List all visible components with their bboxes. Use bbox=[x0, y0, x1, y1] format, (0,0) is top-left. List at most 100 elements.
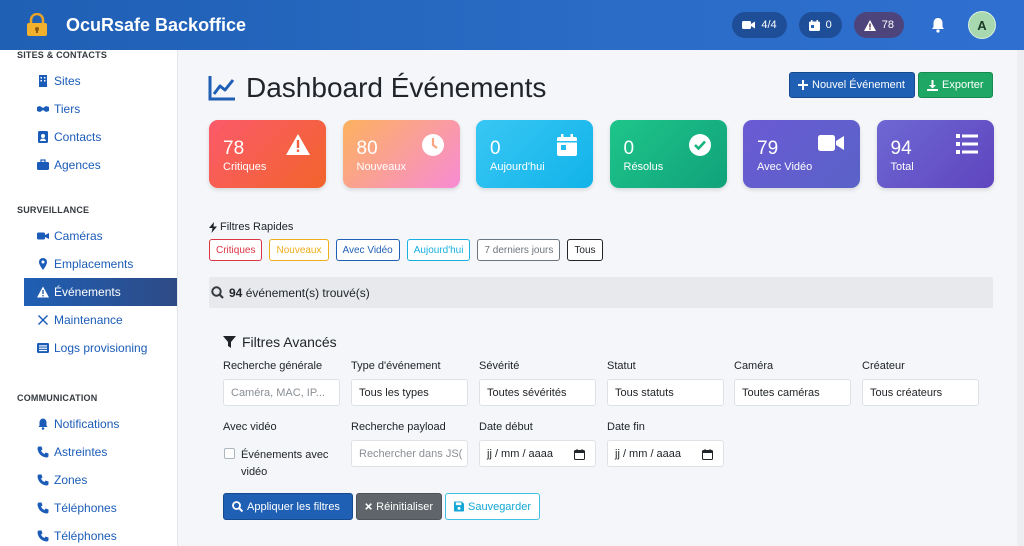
sidebar-item-telephones[interactable]: Téléphones bbox=[0, 494, 177, 522]
chip-critiques[interactable]: Critiques bbox=[209, 239, 263, 261]
payload-label: Recherche payload bbox=[351, 421, 446, 433]
chip-tous[interactable]: Tous bbox=[567, 239, 603, 261]
user-avatar[interactable]: A bbox=[968, 11, 996, 39]
new-event-button[interactable]: Nouvel Événement bbox=[789, 72, 915, 98]
briefcase-icon bbox=[37, 159, 49, 170]
stat-card-aujourdhui[interactable]: 0 Aujourd'hui bbox=[476, 120, 593, 188]
chip-avec-video[interactable]: Avec Vidéo bbox=[335, 239, 400, 261]
bell-icon[interactable] bbox=[930, 17, 946, 33]
date-end-value: jj / mm / aaaa bbox=[615, 447, 682, 460]
chip-nouveaux[interactable]: Nouveaux bbox=[269, 239, 329, 261]
close-icon bbox=[365, 503, 372, 510]
date-end-label: Date fin bbox=[607, 421, 645, 433]
stat-card-resolus[interactable]: 0 Résolus bbox=[609, 120, 727, 188]
calendar-count: 0 bbox=[825, 19, 832, 31]
quick-filters-title: Filtres Rapides bbox=[209, 221, 293, 233]
type-select[interactable]: Tous les types bbox=[351, 379, 468, 406]
severity-select[interactable]: Toutes sévérités bbox=[479, 379, 596, 406]
lock-logo-icon bbox=[27, 13, 47, 36]
app-title: OcuRsafe Backoffice bbox=[66, 14, 247, 35]
sidebar-item-label: Tiers bbox=[54, 102, 81, 116]
sidebar-item-contacts[interactable]: Contacts bbox=[0, 123, 177, 151]
results-summary: 94 événement(s) trouvé(s) bbox=[209, 277, 993, 308]
page-scrollbar[interactable] bbox=[1017, 50, 1024, 546]
stat-card-total[interactable]: 94 Total bbox=[876, 120, 994, 188]
top-navbar: OcuRsafe Backoffice 4/4 0 78 A bbox=[0, 0, 1024, 50]
sidebar-item-label: Événements bbox=[54, 285, 121, 299]
sidebar-item-maintenance[interactable]: Maintenance bbox=[0, 306, 177, 334]
brand[interactable]: OcuRsafe Backoffice bbox=[0, 13, 246, 37]
date-start-input[interactable]: jj / mm / aaaa bbox=[479, 440, 596, 467]
stat-card-critiques[interactable]: 78 Critiques bbox=[209, 120, 326, 188]
search-input[interactable]: Caméra, MAC, IP... bbox=[223, 379, 340, 406]
stat-value: 94 bbox=[890, 138, 912, 159]
main-content: Dashboard Événements Nouvel Événement Ex… bbox=[178, 50, 1024, 546]
stat-card-avec-video[interactable]: 79 Avec Vidéo bbox=[743, 120, 860, 188]
sidebar-item-label: Emplacements bbox=[54, 257, 134, 271]
video-icon bbox=[37, 232, 49, 240]
map-pin-icon bbox=[39, 258, 47, 270]
video-icon bbox=[818, 135, 844, 151]
cameras-status-badge[interactable]: 4/4 bbox=[732, 12, 787, 38]
reset-button[interactable]: Réinitialiser bbox=[356, 493, 442, 520]
sidebar-section-title: SURVEILLANCE bbox=[17, 205, 90, 215]
sidebar-item-zones[interactable]: Zones bbox=[0, 466, 177, 494]
apply-filters-button[interactable]: Appliquer les filtres bbox=[223, 493, 353, 520]
payload-input[interactable]: Rechercher dans JS( bbox=[351, 440, 468, 467]
sidebar-item-label: Zones bbox=[54, 473, 88, 487]
chip-aujourdhui[interactable]: Aujourd'hui bbox=[406, 239, 471, 261]
export-button[interactable]: Exporter bbox=[918, 72, 993, 98]
chart-line-icon bbox=[208, 76, 235, 101]
phone-icon bbox=[37, 474, 49, 486]
camera-select[interactable]: Toutes caméras bbox=[734, 379, 851, 406]
warning-icon bbox=[37, 286, 49, 298]
contact-card-icon bbox=[38, 131, 48, 143]
alerts-status-badge[interactable]: 78 bbox=[853, 12, 904, 38]
phone-icon bbox=[37, 530, 49, 542]
video-checkbox-label[interactable]: Événements avec vidéo bbox=[241, 447, 341, 481]
stat-card-nouveaux[interactable]: 80 Nouveaux bbox=[342, 120, 460, 188]
save-label: Sauvegarder bbox=[468, 500, 531, 513]
status-select[interactable]: Tous statuts bbox=[607, 379, 724, 406]
sidebar-item-notifications[interactable]: Notifications bbox=[0, 410, 177, 438]
sidebar-item-label: Astreintes bbox=[54, 445, 108, 459]
chip-7-derniers-jours[interactable]: 7 derniers jours bbox=[477, 239, 561, 261]
stat-value: 80 bbox=[356, 138, 378, 159]
sidebar-item-telephones-2[interactable]: Téléphones bbox=[0, 522, 177, 546]
calendar-icon bbox=[557, 134, 577, 156]
video-checkbox[interactable] bbox=[224, 448, 235, 459]
creator-select[interactable]: Tous créateurs bbox=[862, 379, 979, 406]
calendar-status-badge[interactable]: 0 bbox=[798, 12, 842, 38]
type-label: Type d'événement bbox=[351, 360, 441, 372]
export-label: Exporter bbox=[942, 79, 984, 91]
sidebar-section-title: SITES & CONTACTS bbox=[17, 50, 108, 60]
advanced-filters-title-text: Filtres Avancés bbox=[242, 334, 337, 350]
sidebar-item-sites[interactable]: Sites bbox=[0, 67, 177, 95]
date-end-input[interactable]: jj / mm / aaaa bbox=[607, 440, 724, 467]
stat-label: Critiques bbox=[223, 161, 267, 173]
calendar-icon bbox=[574, 449, 585, 460]
sidebar-item-label: Sites bbox=[54, 74, 81, 88]
sidebar-item-label: Maintenance bbox=[54, 313, 123, 327]
sidebar-item-label: Contacts bbox=[54, 130, 102, 144]
sidebar-item-tiers[interactable]: Tiers bbox=[0, 95, 177, 123]
sidebar-item-emplacements[interactable]: Emplacements bbox=[0, 250, 177, 278]
stat-value: 0 bbox=[623, 138, 635, 159]
sidebar-item-label: Agences bbox=[54, 158, 101, 172]
sidebar-item-evenements[interactable]: Événements bbox=[24, 278, 177, 306]
bell-icon bbox=[38, 418, 48, 430]
stat-label: Avec Vidéo bbox=[757, 161, 813, 173]
plus-icon bbox=[798, 80, 808, 90]
sidebar-item-agences[interactable]: Agences bbox=[0, 151, 177, 179]
filter-icon bbox=[223, 336, 236, 348]
warning-icon bbox=[863, 19, 876, 31]
sidebar-item-label: Téléphones bbox=[54, 501, 117, 515]
stat-value: 78 bbox=[223, 138, 245, 159]
sidebar-item-cameras[interactable]: Caméras bbox=[0, 222, 177, 250]
sidebar-item-astreintes[interactable]: Astreintes bbox=[0, 438, 177, 466]
sidebar-item-logs-provisioning[interactable]: Logs provisioning bbox=[0, 334, 177, 362]
save-button[interactable]: Sauvegarder bbox=[445, 493, 540, 520]
alerts-count: 78 bbox=[881, 19, 894, 31]
calendar-icon bbox=[702, 449, 713, 460]
reset-label: Réinitialiser bbox=[376, 500, 433, 513]
